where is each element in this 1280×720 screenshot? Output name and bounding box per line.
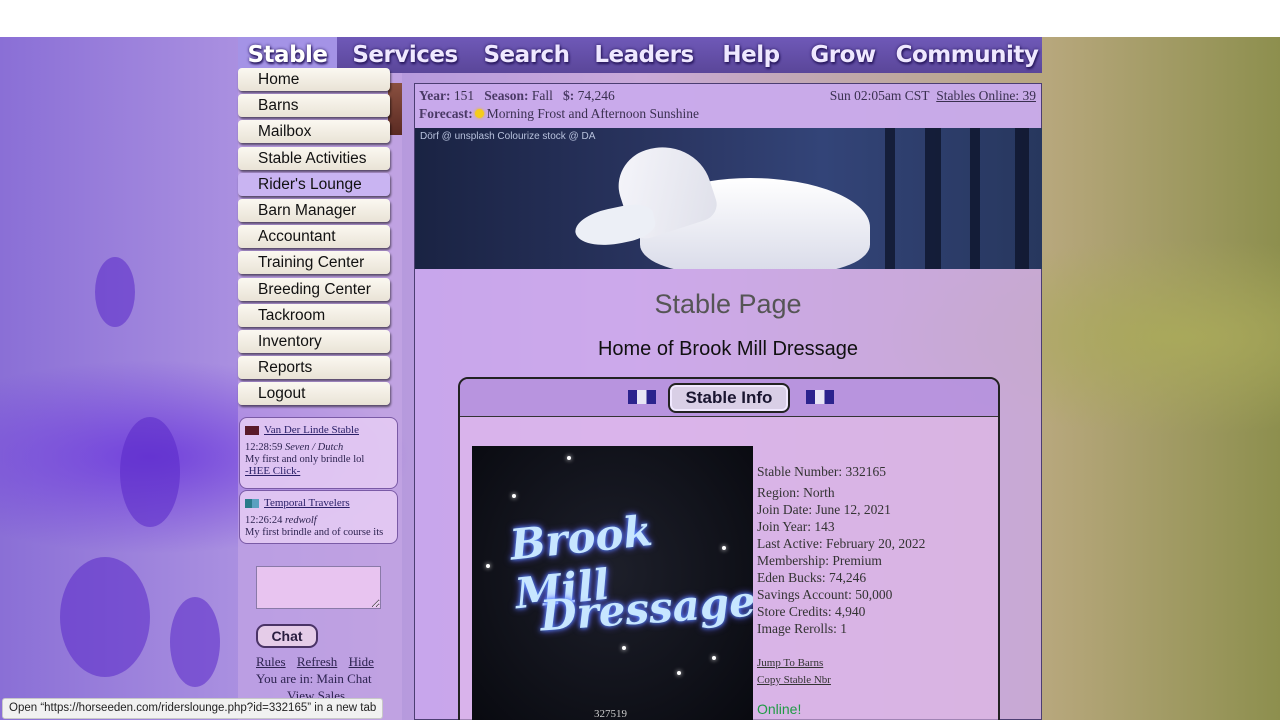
jump-to-barns-link[interactable]: Jump To Barns xyxy=(757,655,925,672)
tree-shape xyxy=(970,128,980,269)
chat-author: Seven / Dutch xyxy=(284,442,344,453)
forecast-value: Morning Frost and Afternoon Sunshine xyxy=(486,106,699,121)
chat-rules-link[interactable]: Rules xyxy=(256,654,286,669)
nav-leaders[interactable]: Leaders xyxy=(580,37,708,73)
chat-time: 12:26:24 xyxy=(245,515,283,526)
chat-message: My first and only brindle lol xyxy=(245,454,365,465)
tree-shape xyxy=(885,128,895,269)
chat-time: 12:28:59 xyxy=(245,442,283,453)
stable-banner-image: Dörf @ unsplash Colourize stock @ DA xyxy=(415,128,1042,269)
stable-number: Stable Number: 332165 xyxy=(757,464,886,479)
copy-stable-number-link[interactable]: Copy Stable Nbr xyxy=(757,672,925,689)
money-value: 74,246 xyxy=(577,88,615,103)
star-shape xyxy=(567,456,571,460)
stable-dropdown-menu: Home Barns Mailbox Stable Activities Rid… xyxy=(238,68,390,408)
chat-stable-link[interactable]: Temporal Travelers xyxy=(264,497,350,509)
page-title: Stable Page xyxy=(654,289,802,319)
banner-credit: Dörf @ unsplash Colourize stock @ DA xyxy=(420,131,596,142)
menu-item-riders-lounge[interactable]: Rider's Lounge xyxy=(238,172,390,196)
nav-grow[interactable]: Grow xyxy=(794,37,892,73)
season-label: Season: xyxy=(484,88,529,103)
background-flower xyxy=(120,417,180,527)
menu-item-tackroom[interactable]: Tackroom xyxy=(238,303,390,327)
menu-item-inventory[interactable]: Inventory xyxy=(238,329,390,353)
chat-links: Rules Refresh Hide xyxy=(256,654,382,670)
stable-last-active: Last Active: February 20, 2022 xyxy=(757,536,926,551)
nav-community[interactable]: Community xyxy=(892,37,1042,73)
stable-join-date: Join Date: June 12, 2021 xyxy=(757,502,891,517)
forecast-label: Forecast: xyxy=(419,106,473,121)
flag-icon xyxy=(245,498,259,508)
year-value: 151 xyxy=(453,88,475,103)
flag-icon xyxy=(245,425,259,435)
stable-details: Stable Number: 332165 Region: North Join… xyxy=(757,463,925,689)
menu-item-stable-activities[interactable]: Stable Activities xyxy=(238,146,390,170)
clock: Sun 02:05am CST xyxy=(829,88,930,103)
nav-help[interactable]: Help xyxy=(708,37,794,73)
tab-stable-info[interactable]: Stable Info xyxy=(668,383,790,413)
sun-icon xyxy=(474,109,484,118)
stable-logo-image: Brook Mill Dressage 327519 xyxy=(472,446,753,720)
background-flower xyxy=(95,257,135,327)
background-flower xyxy=(170,597,220,687)
chat-post: Van Der Linde Stable 12:28:59 Seven / Du… xyxy=(239,417,398,489)
menu-item-breeding-center[interactable]: Breeding Center xyxy=(238,277,390,301)
star-shape xyxy=(677,671,681,675)
star-shape xyxy=(486,564,490,568)
star-shape xyxy=(622,646,626,650)
chat-refresh-link[interactable]: Refresh xyxy=(297,654,337,669)
chat-author: redwolf xyxy=(284,515,317,526)
online-status: Online! xyxy=(757,701,802,717)
main-content: Year: 151 Season: Fall $: 74,246 Forecas… xyxy=(414,83,1042,720)
chat-message: My first brindle and of course its xyxy=(245,527,384,538)
star-shape xyxy=(712,656,716,660)
stable-eden-bucks: Eden Bucks: 74,246 xyxy=(757,570,867,585)
menu-item-mailbox[interactable]: Mailbox xyxy=(238,120,390,144)
chat-hide-link[interactable]: Hide xyxy=(349,654,374,669)
tree-shape xyxy=(925,128,941,269)
stable-join-year: Join Year: 143 xyxy=(757,519,835,534)
flag-icon xyxy=(806,390,834,404)
menu-item-logout[interactable]: Logout xyxy=(238,382,390,406)
menu-item-barn-manager[interactable]: Barn Manager xyxy=(238,198,390,222)
page-subtitle: Home of Brook Mill Dressage xyxy=(597,338,859,360)
chat-room-label: You are in: Main Chat xyxy=(256,671,372,686)
stable-info-panel: Stable Info Brook Mill Dressage 327519 S… xyxy=(458,377,1000,720)
chat-input[interactable] xyxy=(256,566,381,609)
stable-region: Region: North xyxy=(757,485,835,500)
season-value: Fall xyxy=(531,88,553,103)
chat-post: Temporal Travelers 12:26:24 redwolf My f… xyxy=(239,490,398,544)
stables-online-link[interactable]: Stables Online: 39 xyxy=(936,88,1036,103)
info-bar: Year: 151 Season: Fall $: 74,246 Forecas… xyxy=(415,84,1041,128)
chat-button[interactable]: Chat xyxy=(256,624,318,648)
menu-item-home[interactable]: Home xyxy=(238,68,390,91)
menu-item-reports[interactable]: Reports xyxy=(238,356,390,380)
tree-shape xyxy=(1015,128,1029,269)
year-label: Year: xyxy=(419,88,451,103)
flag-icon xyxy=(628,390,656,404)
stable-logo-number: 327519 xyxy=(594,708,627,720)
money-label: $: xyxy=(563,88,575,103)
stable-savings: Savings Account: 50,000 xyxy=(757,587,893,602)
stable-store-credits: Store Credits: 4,940 xyxy=(757,604,866,619)
browser-status-bar: Open “https://horseeden.com/riderslounge… xyxy=(2,698,384,719)
panel-header: Stable Info xyxy=(460,379,998,417)
stable-membership: Membership: Premium xyxy=(757,553,882,568)
background-flower xyxy=(60,557,150,677)
chat-message-link[interactable]: -HEE Click- xyxy=(245,465,300,477)
star-shape xyxy=(512,494,516,498)
menu-item-training-center[interactable]: Training Center xyxy=(238,251,390,275)
menu-item-barns[interactable]: Barns xyxy=(238,94,390,118)
menu-item-accountant[interactable]: Accountant xyxy=(238,225,390,249)
chat-stable-link[interactable]: Van Der Linde Stable xyxy=(264,424,359,436)
stable-image-rerolls: Image Rerolls: 1 xyxy=(757,621,847,636)
nav-search[interactable]: Search xyxy=(473,37,580,73)
avatar xyxy=(388,83,402,135)
